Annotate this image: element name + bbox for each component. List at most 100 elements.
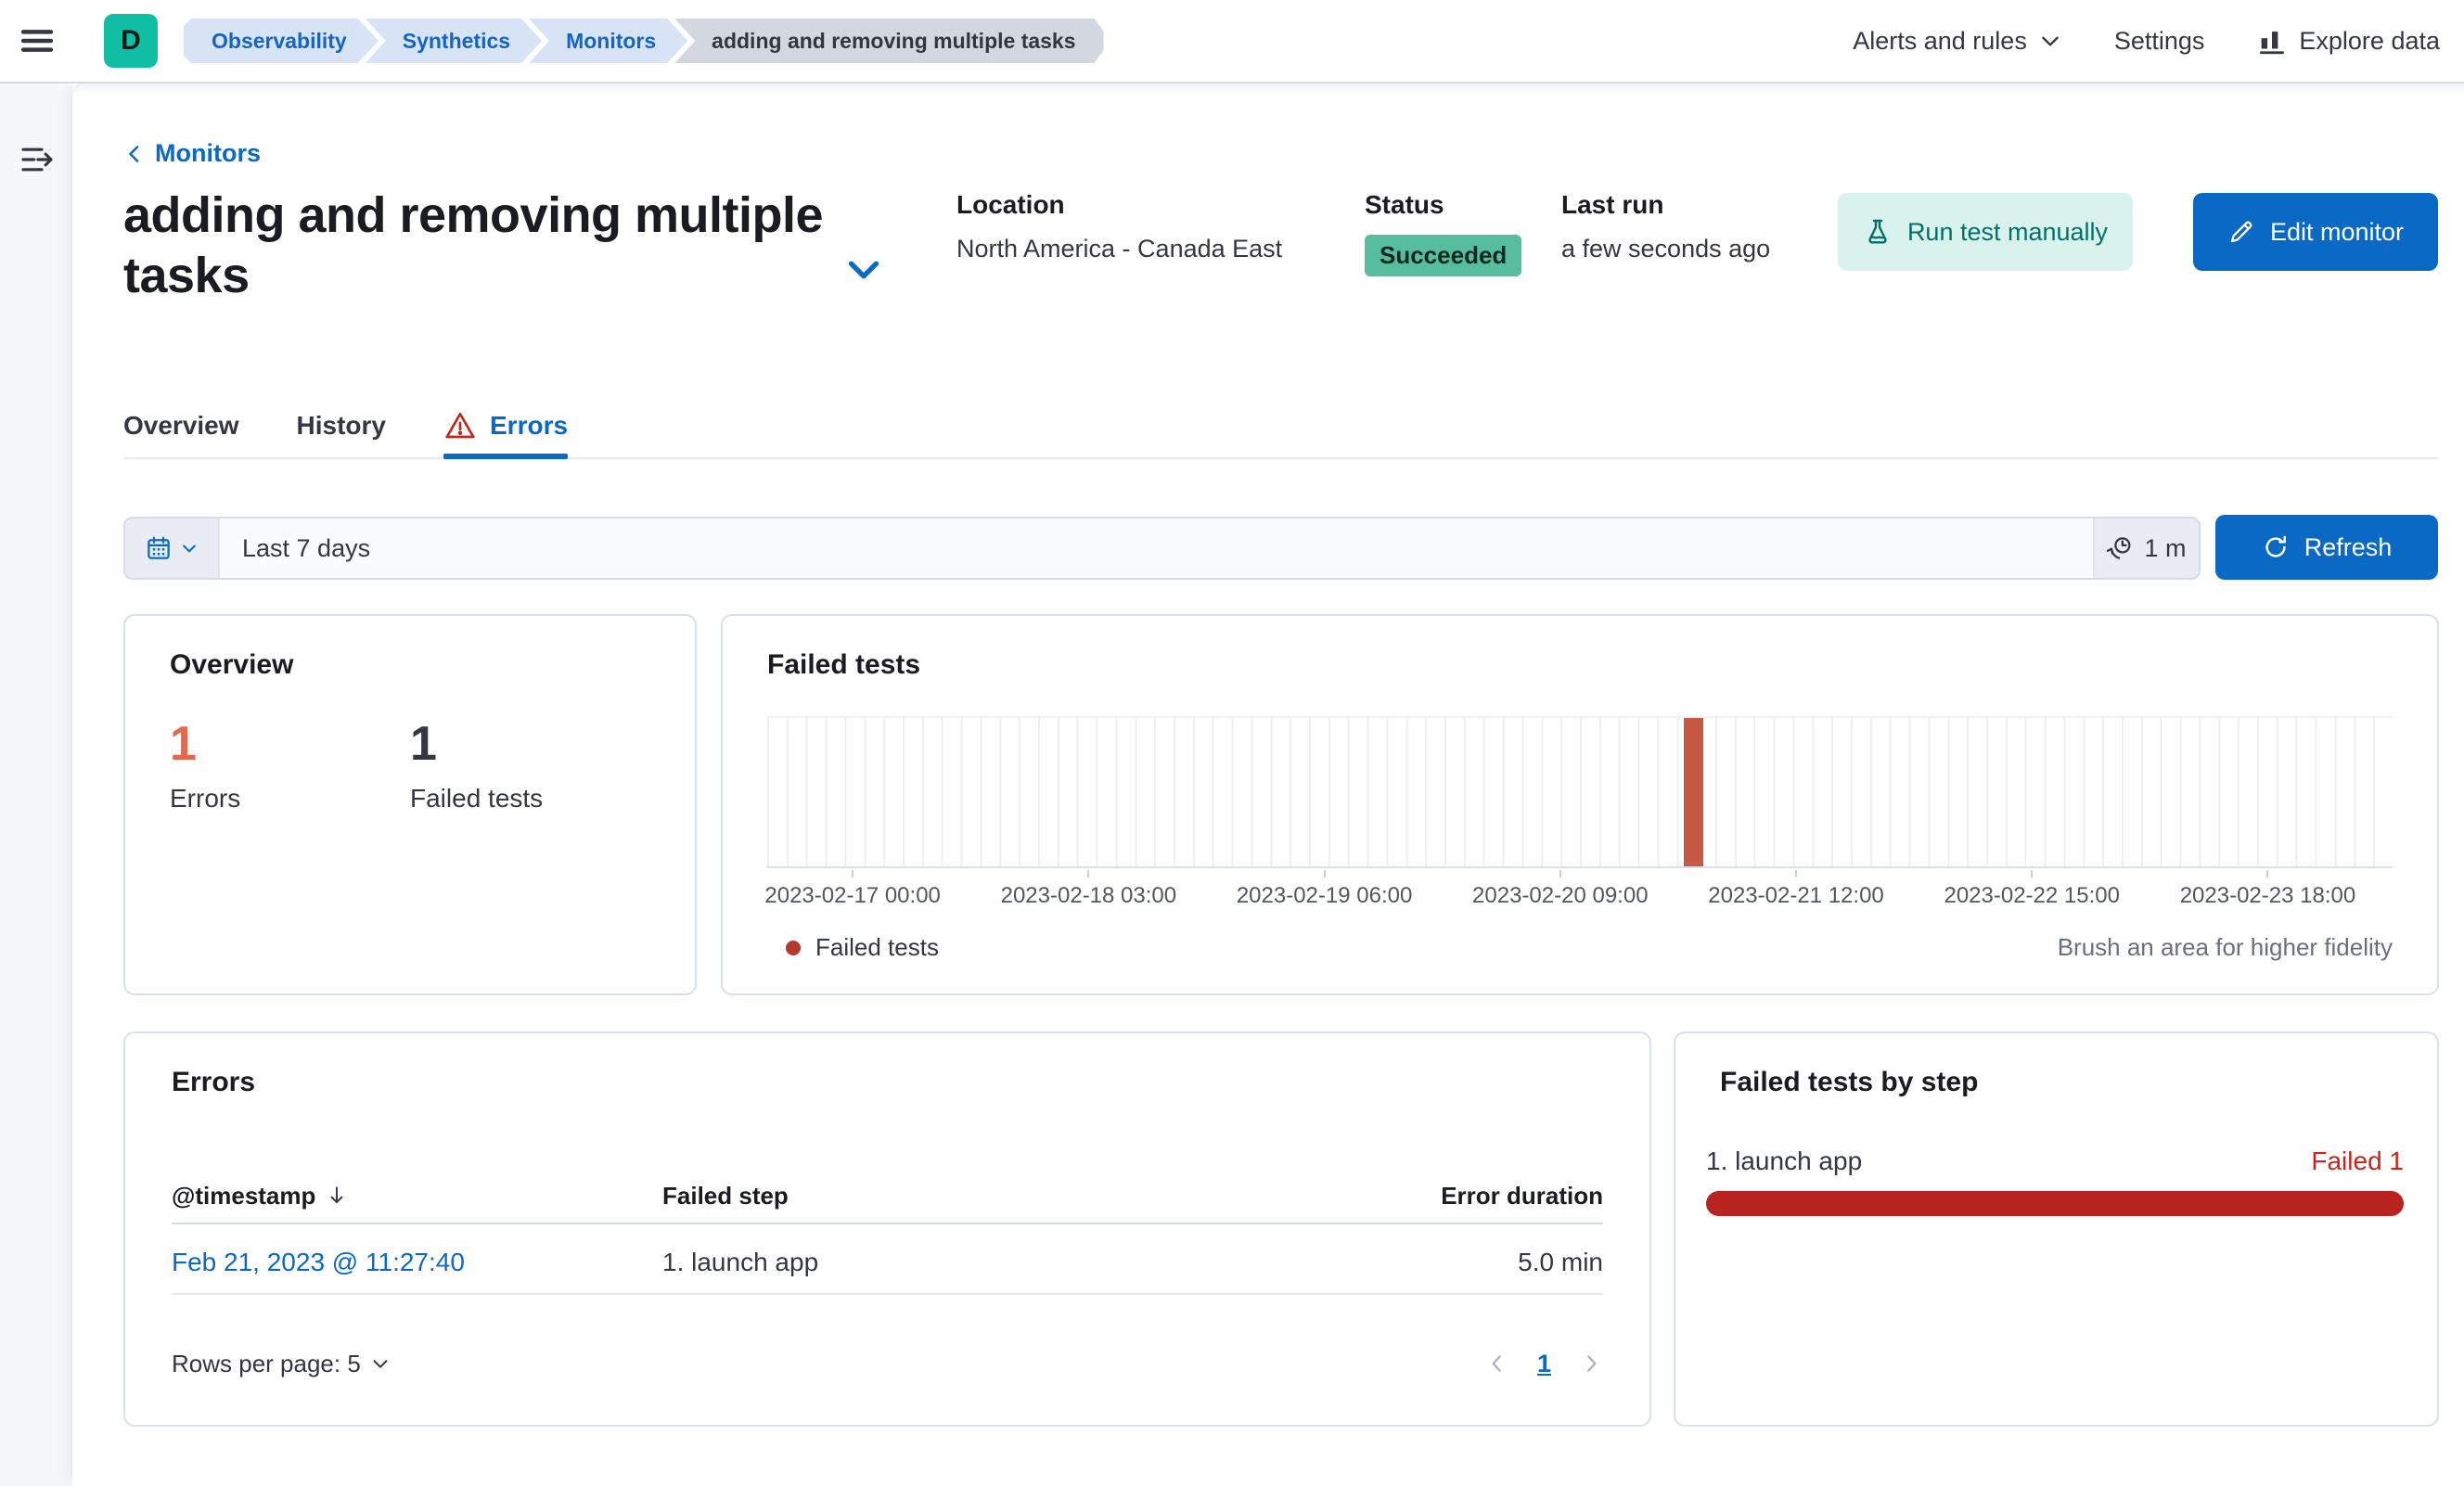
warning-triangle-icon — [443, 409, 477, 442]
page-controls: 1 — [1485, 1350, 1603, 1378]
x-axis-tick-mark — [2031, 870, 2034, 878]
table-pagination: Rows per page: 5 1 — [172, 1336, 1603, 1391]
title-chevron-down-icon[interactable] — [840, 249, 888, 291]
chevron-down-icon — [370, 1353, 391, 1374]
failed-tests-plot-wrap — [767, 716, 2393, 878]
failed-tests-plot[interactable] — [767, 716, 2393, 868]
x-axis-tick-label: 2023-02-19 06:00 — [1236, 883, 1413, 908]
error-timestamp-link[interactable]: Feb 21, 2023 @ 11:27:40 — [172, 1248, 662, 1277]
breadcrumb-observability[interactable]: Observability — [184, 19, 379, 63]
expand-sidebar-button[interactable] — [19, 141, 56, 178]
page-number-1[interactable]: 1 — [1537, 1350, 1551, 1378]
failed-tests-metric: 1 Failed tests — [410, 717, 650, 813]
next-page-button[interactable] — [1579, 1351, 1603, 1376]
header-right-nav: Alerts and rules Settings Explore data — [1853, 25, 2464, 57]
refresh-button[interactable]: Refresh — [2215, 515, 2438, 580]
failed-by-step-panel: Failed tests by step 1. launch app Faile… — [1674, 1031, 2439, 1427]
x-axis-tick-mark — [2266, 870, 2269, 878]
failed-tests-metric-value: 1 — [410, 717, 437, 771]
failed-by-step-title: Failed tests by step — [1720, 1067, 1979, 1097]
rows-per-page-label: Rows per page: 5 — [172, 1349, 361, 1377]
location-meta: Location North America - Canada East — [956, 190, 1282, 263]
legend-dot-icon — [786, 940, 801, 955]
alerts-and-rules-label: Alerts and rules — [1853, 26, 2027, 55]
run-test-label: Run test manually — [1906, 217, 2109, 246]
monitor-tabs: Overview History Errors — [123, 394, 2439, 459]
location-value: North America - Canada East — [956, 235, 1283, 263]
collapsed-sidebar — [0, 83, 72, 1486]
overview-metrics: 1 Errors 1 Failed tests — [170, 717, 650, 813]
settings-link[interactable]: Settings — [2114, 27, 2205, 56]
failed-step-column-header: Failed step — [662, 1181, 789, 1210]
step-failed-count: Failed 1 — [2311, 1147, 2404, 1175]
chevron-left-icon — [123, 143, 146, 165]
bar-chart-icon — [2256, 25, 2288, 57]
tab-history-label: History — [296, 411, 386, 440]
location-label: Location — [956, 190, 1065, 219]
sort-down-icon — [325, 1184, 349, 1208]
status-label: Status — [1365, 190, 1444, 219]
breadcrumb-monitors[interactable]: Monitors — [529, 19, 687, 63]
x-axis-tick-label: 2023-02-21 12:00 — [1708, 883, 1884, 908]
chevron-down-icon — [2038, 29, 2062, 53]
x-axis-tick-mark — [852, 870, 854, 878]
x-axis-tick-mark — [1795, 870, 1798, 878]
chart-legend: Failed tests Brush an area for higher fi… — [786, 933, 2393, 962]
date-range-value[interactable]: Last 7 days — [220, 519, 2093, 578]
run-test-manually-button[interactable]: Run test manually — [1838, 193, 2133, 271]
settings-label: Settings — [2113, 26, 2205, 55]
main-menu-button[interactable] — [0, 0, 74, 83]
step-row: 1. launch app Failed 1 — [1706, 1147, 2404, 1216]
back-to-monitors-link[interactable]: Monitors — [123, 139, 261, 168]
breadcrumb: Observability Synthetics Monitors adding… — [184, 19, 1104, 63]
x-axis-labels: 2023-02-17 00:00 2023-02-18 03:00 2023-02-… — [764, 883, 2393, 911]
step-progress-track — [1706, 1191, 2404, 1216]
tab-errors[interactable]: Errors — [443, 394, 569, 459]
timestamp-column-header[interactable]: @timestamp — [172, 1182, 662, 1211]
global-header: D Observability Synthetics Monitors addi… — [0, 0, 2464, 83]
last-run-label: Last run — [1561, 190, 1664, 219]
errors-metric: 1 Errors — [170, 717, 410, 813]
errors-metric-label: Errors — [170, 784, 241, 813]
step-progress-bar — [1706, 1191, 2404, 1216]
previous-page-button[interactable] — [1485, 1351, 1509, 1376]
explore-data-label: Explore data — [2299, 26, 2440, 55]
x-axis-tick-label: 2023-02-20 09:00 — [1472, 883, 1649, 908]
breadcrumb-synthetics[interactable]: Synthetics — [366, 19, 542, 63]
tab-overview-label: Overview — [123, 411, 239, 440]
tab-overview[interactable]: Overview — [123, 394, 239, 457]
status-badge: Succeeded — [1365, 235, 1522, 276]
chevron-down-icon — [180, 539, 199, 557]
step-label: 1. launch app — [1706, 1147, 1863, 1175]
calendar-icon — [145, 534, 173, 562]
error-duration-column-header: Error duration — [1441, 1181, 1603, 1210]
failed-tests-panel: Failed tests 2023-02-17 00:00 2023-02-18 … — [721, 614, 2439, 995]
tab-history[interactable]: History — [297, 394, 386, 457]
status-meta: Status Succeeded — [1365, 190, 1522, 276]
hamburger-icon — [18, 21, 57, 60]
errors-metric-value: 1 — [170, 717, 197, 771]
last-run-meta: Last run a few seconds ago — [1561, 190, 1770, 263]
overview-panel: Overview 1 Errors 1 Failed tests — [123, 614, 697, 995]
alerts-and-rules-menu[interactable]: Alerts and rules — [1853, 27, 2062, 56]
rows-per-page-button[interactable]: Rows per page: 5 — [172, 1350, 391, 1378]
refresh-interval-value: 1 m — [2144, 533, 2187, 562]
explore-data-link[interactable]: Explore data — [2256, 25, 2440, 57]
refresh-button-label: Refresh — [2304, 532, 2393, 561]
x-axis-tick-label: 2023-02-18 03:00 — [1000, 883, 1177, 908]
date-picker-quick-menu[interactable] — [125, 519, 220, 578]
failed-tests-metric-label: Failed tests — [410, 784, 544, 813]
brush-hint: Brush an area for higher fidelity — [2057, 933, 2393, 961]
legend-label[interactable]: Failed tests — [815, 933, 939, 962]
last-run-value: a few seconds ago — [1561, 235, 1771, 263]
error-duration-value: 5.0 min — [1518, 1248, 1603, 1276]
errors-table-header: @timestamp Failed step Error duration — [172, 1182, 1603, 1224]
super-date-picker: Last 7 days 1 m — [123, 517, 2201, 580]
time-refresh-icon — [2107, 534, 2135, 562]
auto-refresh-interval[interactable]: 1 m — [2093, 519, 2199, 578]
space-avatar[interactable]: D — [104, 14, 158, 68]
failed-tests-bar[interactable] — [1684, 718, 1704, 866]
edit-monitor-button[interactable]: Edit monitor — [2193, 193, 2438, 271]
x-axis-tick-mark — [1559, 870, 1561, 878]
menu-expand-icon — [19, 141, 56, 178]
